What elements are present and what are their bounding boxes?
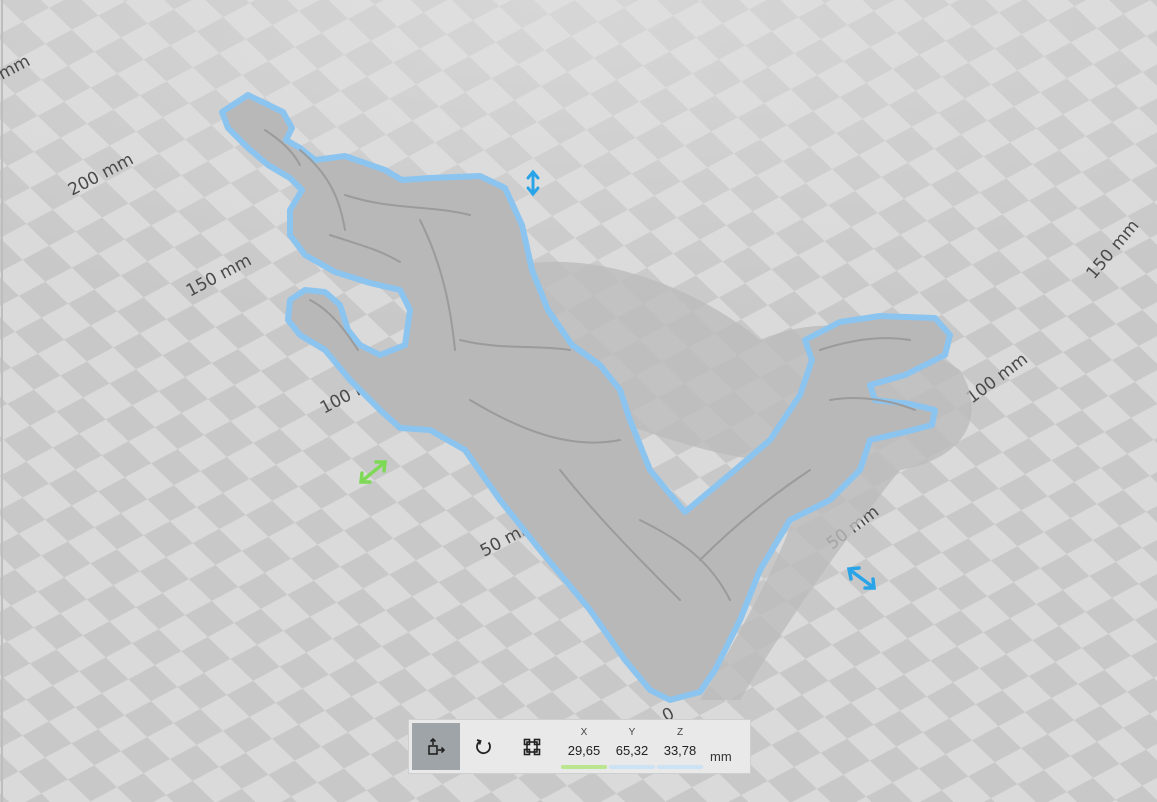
x-axis-bar bbox=[561, 765, 607, 769]
x-coordinate[interactable]: X 29,65 bbox=[560, 726, 608, 769]
y-label: Y bbox=[628, 727, 636, 738]
coordinate-readout: X 29,65 Y 65,32 Z 33,78 mm bbox=[560, 720, 732, 773]
x-label: X bbox=[580, 727, 588, 738]
rotate-icon bbox=[476, 738, 491, 754]
y-axis-bar bbox=[609, 765, 655, 769]
3d-viewport[interactable]: mm 200 mm 150 mm 100 mm 50 mm 0 50 mm 10… bbox=[0, 0, 1157, 802]
move-tool-button[interactable] bbox=[412, 723, 460, 770]
move-icon bbox=[428, 737, 446, 755]
transform-toolbar: X 29,65 Y 65,32 Z 33,78 mm bbox=[408, 719, 751, 774]
scale-icon bbox=[523, 738, 541, 755]
unit-label: mm bbox=[710, 749, 732, 764]
z-axis-bar bbox=[657, 765, 703, 769]
y-value[interactable]: 65,32 bbox=[616, 743, 649, 759]
scale-tool-button[interactable] bbox=[508, 720, 556, 773]
x-value[interactable]: 29,65 bbox=[568, 743, 601, 759]
z-value[interactable]: 33,78 bbox=[664, 743, 697, 759]
z-label: Z bbox=[676, 727, 684, 738]
rotate-tool-button[interactable] bbox=[460, 720, 508, 773]
y-coordinate[interactable]: Y 65,32 bbox=[608, 726, 656, 769]
z-coordinate[interactable]: Z 33,78 bbox=[656, 726, 704, 769]
